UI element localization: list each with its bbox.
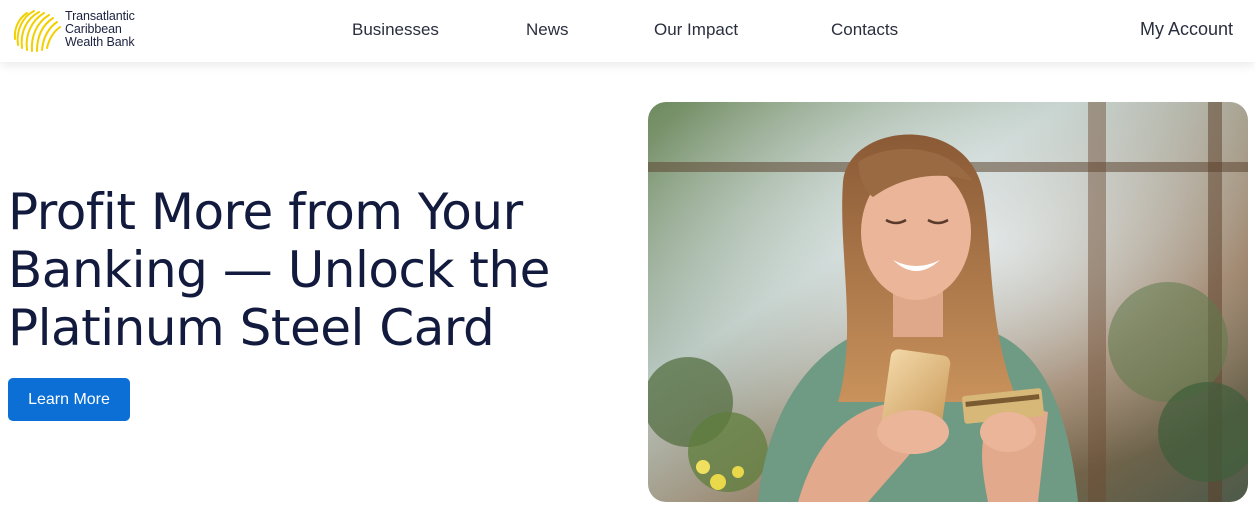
nav-item-businesses[interactable]: Businesses	[352, 20, 439, 40]
hero-title-line-2: Banking — Unlock the	[8, 241, 550, 299]
brand-name-line-1: Transatlantic	[65, 8, 135, 23]
learn-more-button[interactable]: Learn More	[8, 378, 130, 421]
nav-item-contacts[interactable]: Contacts	[831, 20, 898, 40]
my-account-link[interactable]: My Account	[1140, 19, 1233, 40]
hero-title: Profit More from Your Banking — Unlock t…	[8, 183, 608, 357]
hero-title-line-1: Profit More from Your	[8, 183, 523, 241]
hero-title-line-3: Platinum Steel Card	[8, 299, 495, 357]
bank-logo-icon	[13, 10, 61, 52]
hero-photo-illustration	[648, 102, 1248, 502]
nav-item-our-impact[interactable]: Our Impact	[654, 20, 738, 40]
brand-name-line-3: Wealth Bank	[65, 34, 135, 49]
nav-item-news[interactable]: News	[526, 20, 569, 40]
brand-logo[interactable]: Transatlantic Caribbean Wealth Bank	[12, 5, 152, 53]
brand-name-line-2: Caribbean	[65, 21, 122, 36]
site-header: Transatlantic Caribbean Wealth Bank Busi…	[0, 0, 1255, 62]
brand-name: Transatlantic Caribbean Wealth Bank	[65, 8, 135, 49]
hero-image	[648, 102, 1248, 502]
